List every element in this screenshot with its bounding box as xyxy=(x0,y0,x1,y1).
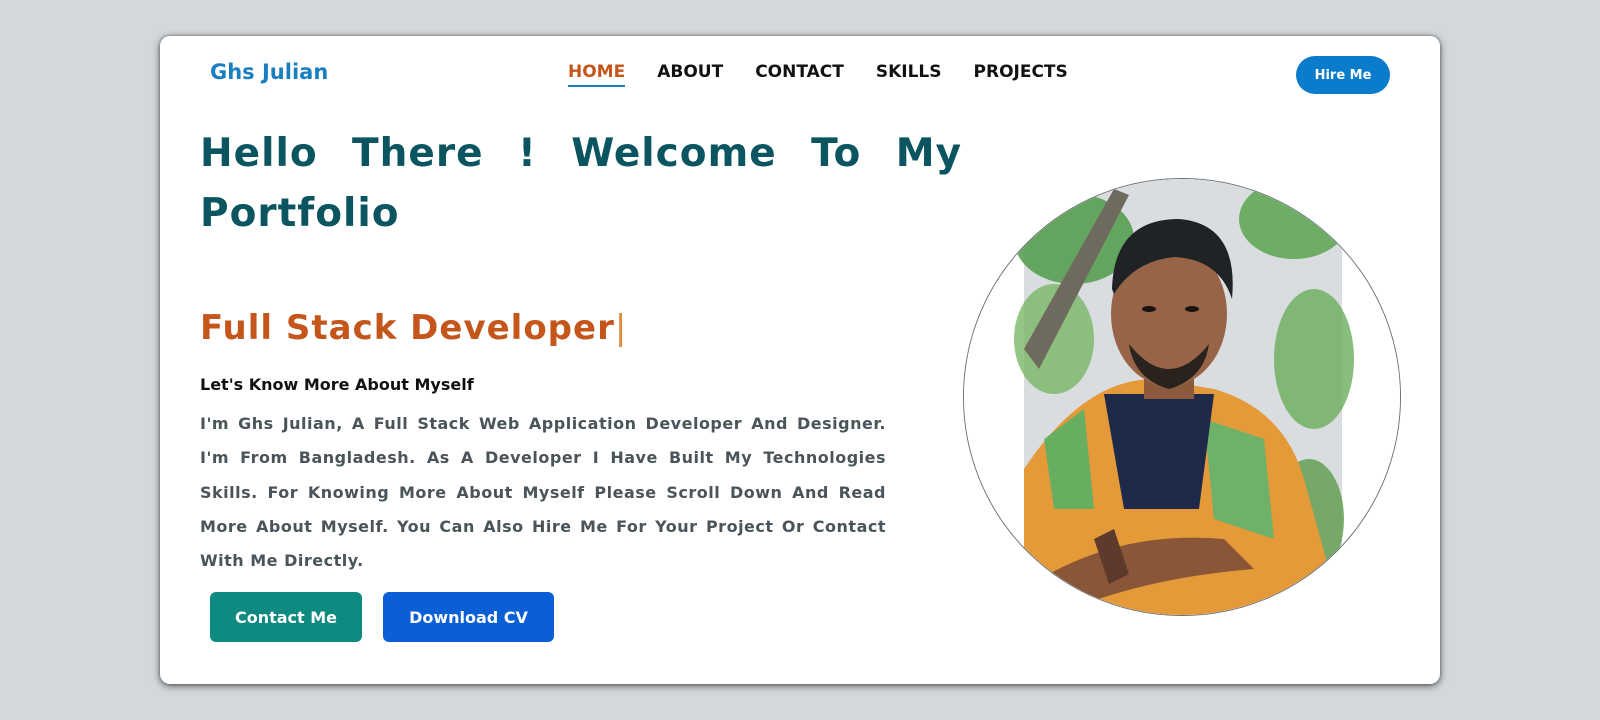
profile-photo-illustration xyxy=(964,179,1400,615)
download-cv-button[interactable]: Download CV xyxy=(383,592,554,642)
about-subheading: Let's Know More About Myself xyxy=(200,375,474,394)
role-text: Full Stack Developer xyxy=(200,308,615,348)
nav-home[interactable]: HOME xyxy=(568,62,626,87)
hire-me-button[interactable]: Hire Me xyxy=(1296,56,1390,94)
contact-me-button[interactable]: Contact Me xyxy=(210,592,362,642)
hero-card: Ghs Julian HOME ABOUT CONTACT SKILLS PRO… xyxy=(160,36,1440,684)
hero-headline: Hello There ! Welcome To My Portfolio xyxy=(200,131,962,236)
about-bio: I'm Ghs Julian, A Full Stack Web Applica… xyxy=(200,414,886,571)
brand-logo[interactable]: Ghs Julian xyxy=(210,60,328,84)
nav-projects[interactable]: PROJECTS xyxy=(974,62,1068,87)
nav-about[interactable]: ABOUT xyxy=(657,62,723,87)
main-nav: HOME ABOUT CONTACT SKILLS PROJECTS xyxy=(568,62,1100,87)
profile-photo xyxy=(963,178,1401,616)
nav-skills[interactable]: SKILLS xyxy=(876,62,942,87)
hero-role: Full Stack Developer| xyxy=(200,308,627,348)
nav-contact[interactable]: CONTACT xyxy=(755,62,844,87)
typing-caret: | xyxy=(614,308,628,348)
